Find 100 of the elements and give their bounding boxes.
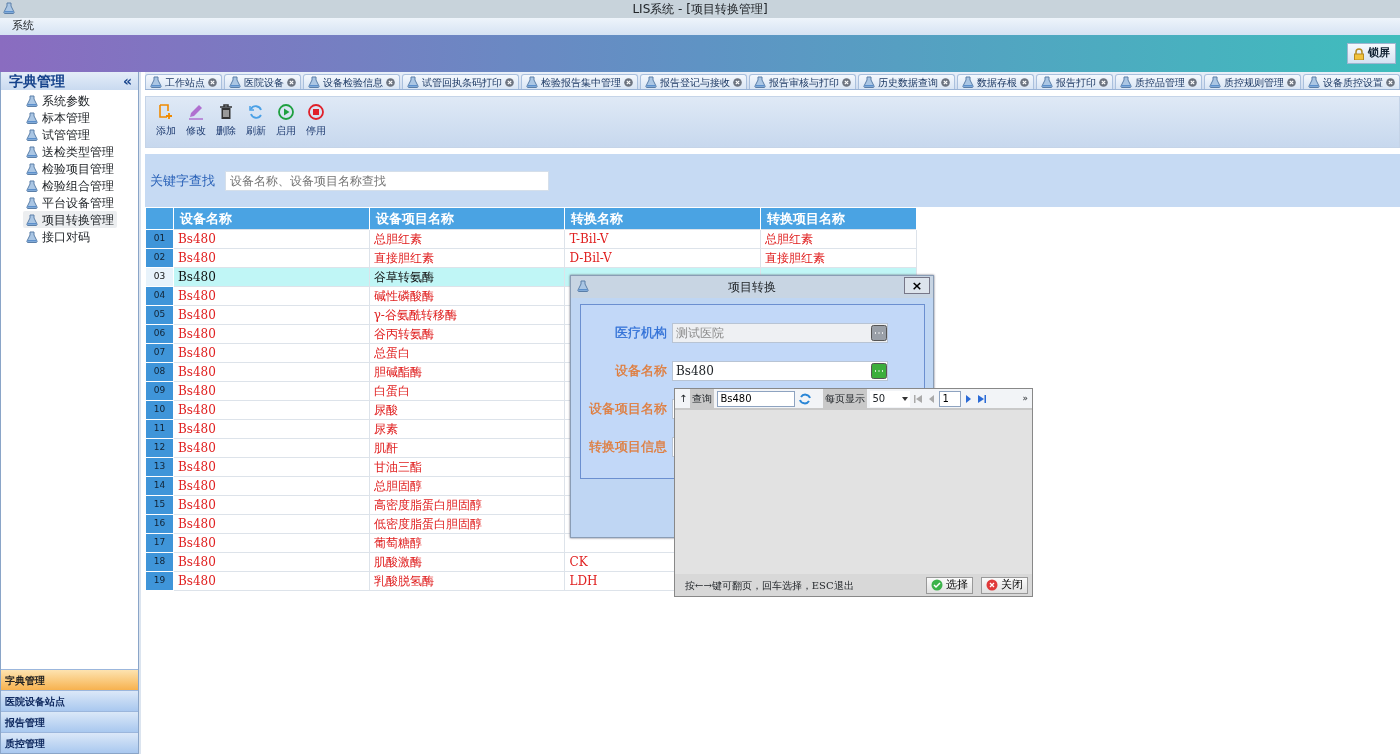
page-size-label: 每页显示 bbox=[823, 389, 868, 408]
close-icon[interactable] bbox=[208, 77, 217, 87]
tree-item[interactable]: 试管管理 bbox=[23, 126, 93, 143]
tree-item[interactable]: 送检类型管理 bbox=[23, 143, 117, 160]
search-field[interactable]: 设备名称、设备项目名称查找 bbox=[225, 170, 549, 191]
table-cell: 肌酐 bbox=[373, 440, 398, 455]
close-icon[interactable] bbox=[733, 77, 742, 87]
table-cell: 胆碱酯酶 bbox=[373, 364, 422, 379]
close-icon[interactable] bbox=[1099, 77, 1108, 87]
accordion-section[interactable]: 字典管理 bbox=[1, 669, 138, 690]
tab[interactable]: 报告登记与接收 bbox=[640, 74, 747, 89]
edit-button[interactable]: 修改 bbox=[184, 103, 208, 141]
table-cell: Bs480 bbox=[177, 269, 216, 284]
table-cell: Bs480 bbox=[177, 554, 216, 569]
table-cell: 直接胆红素 bbox=[765, 250, 826, 265]
tab[interactable]: 试管回执条码打印 bbox=[402, 74, 519, 89]
table-cell: Bs480 bbox=[177, 250, 216, 265]
table-cell: Bs480 bbox=[177, 573, 216, 588]
delete-button[interactable]: 删除 bbox=[214, 103, 238, 141]
table-cell: 总胆固醇 bbox=[373, 478, 422, 493]
table-cell: 总胆红素 bbox=[765, 231, 814, 246]
stop-button[interactable]: 停用 bbox=[304, 103, 328, 141]
close-button[interactable]: × bbox=[904, 277, 930, 294]
flask-icon bbox=[645, 76, 657, 88]
tab[interactable]: 报告打印 bbox=[1036, 74, 1113, 89]
check-icon bbox=[931, 579, 943, 591]
add-button[interactable]: 添加 bbox=[154, 103, 178, 141]
flask-icon bbox=[1308, 76, 1320, 88]
dialog-title: 项目转换 bbox=[728, 279, 776, 296]
close-icon[interactable] bbox=[287, 77, 296, 87]
last-page-icon[interactable] bbox=[977, 393, 988, 404]
tree-item[interactable]: 标本管理 bbox=[23, 109, 93, 126]
input-field[interactable]: Bs480 bbox=[672, 361, 888, 381]
refresh-icon[interactable] bbox=[798, 391, 813, 406]
ok-button[interactable]: 选择 bbox=[926, 576, 973, 594]
tab[interactable]: 医院设备 bbox=[224, 74, 301, 89]
tab[interactable]: 质控品管理 bbox=[1115, 74, 1202, 89]
tab[interactable]: 质控规则管理 bbox=[1204, 74, 1301, 89]
close-icon[interactable] bbox=[624, 77, 633, 87]
flask-icon bbox=[863, 76, 875, 88]
ellipsis-icon[interactable] bbox=[871, 363, 887, 379]
flask-icon bbox=[577, 280, 589, 292]
flask-icon bbox=[962, 76, 974, 88]
menu-item[interactable]: 系统 bbox=[12, 18, 34, 35]
stop-icon bbox=[307, 103, 325, 121]
lock-button[interactable]: 锁屏 bbox=[1347, 43, 1396, 64]
close-icon[interactable] bbox=[1287, 77, 1296, 87]
table-cell: Bs480 bbox=[177, 516, 216, 531]
refresh-icon bbox=[247, 103, 265, 121]
query-field[interactable]: Bs480 bbox=[717, 390, 796, 407]
tab[interactable]: 设备质控设置 bbox=[1303, 74, 1400, 89]
close-icon[interactable] bbox=[505, 77, 514, 87]
more-button[interactable]: » bbox=[1022, 391, 1028, 406]
close-icon[interactable] bbox=[1188, 77, 1197, 87]
start-button[interactable]: 启用 bbox=[274, 103, 298, 141]
table-cell: 低密度脂蛋白胆固醇 bbox=[373, 516, 482, 531]
tree-item[interactable]: 系统参数 bbox=[23, 92, 93, 109]
tree-item[interactable]: 检验项目管理 bbox=[23, 160, 117, 177]
table-cell: 乳酸脱氢酶 bbox=[373, 573, 434, 588]
flask-icon bbox=[26, 196, 38, 209]
close-icon[interactable] bbox=[1386, 77, 1395, 87]
collapse-button[interactable]: « bbox=[122, 70, 132, 92]
flask-icon bbox=[26, 111, 38, 124]
tab[interactable]: 工作站点 bbox=[145, 74, 222, 89]
tree-item[interactable]: 接口对码 bbox=[23, 228, 93, 245]
close-icon[interactable] bbox=[386, 77, 395, 87]
refresh-button[interactable]: 刷新 bbox=[244, 103, 268, 141]
add-icon bbox=[157, 103, 175, 121]
tree-item[interactable]: 项目转换管理 bbox=[23, 211, 117, 228]
accordion-section[interactable]: 医院设备站点 bbox=[1, 690, 138, 711]
table-cell: Bs480 bbox=[177, 497, 216, 512]
tree-item[interactable]: 检验组合管理 bbox=[23, 177, 117, 194]
table-cell: Bs480 bbox=[177, 288, 216, 303]
tab[interactable]: 检验报告集中管理 bbox=[521, 74, 638, 89]
table-cell: T-Bil-V bbox=[569, 231, 609, 246]
table-cell: Bs480 bbox=[177, 440, 216, 455]
tree-item[interactable]: 平台设备管理 bbox=[23, 194, 117, 211]
flask-icon bbox=[754, 76, 766, 88]
flask-icon bbox=[150, 76, 162, 88]
pencil-icon bbox=[187, 103, 205, 121]
table-cell: Bs480 bbox=[177, 535, 216, 550]
close-icon[interactable] bbox=[842, 77, 851, 87]
field-label: 设备名称 bbox=[614, 362, 667, 381]
close-icon[interactable] bbox=[1020, 77, 1029, 87]
close-icon[interactable] bbox=[941, 77, 950, 87]
table-cell: 谷丙转氨酶 bbox=[373, 326, 434, 341]
table-cell: 肌酸激酶 bbox=[373, 554, 422, 569]
close-button[interactable]: 关闭 bbox=[981, 576, 1028, 594]
page-field[interactable]: 1 bbox=[939, 390, 962, 407]
tab[interactable]: 数据存根 bbox=[957, 74, 1034, 89]
accordion-section[interactable]: 报告管理 bbox=[1, 711, 138, 732]
sort-button[interactable]: ↑ bbox=[679, 391, 688, 406]
page-size-select[interactable]: 50 bbox=[870, 390, 911, 407]
tab[interactable]: 设备检验信息 bbox=[303, 74, 400, 89]
flask-icon bbox=[3, 2, 15, 14]
flask-icon bbox=[26, 145, 38, 158]
tab[interactable]: 历史数据查询 bbox=[858, 74, 955, 89]
accordion-section[interactable]: 质控管理 bbox=[1, 732, 138, 753]
play-icon bbox=[277, 103, 295, 121]
tab[interactable]: 报告审核与打印 bbox=[749, 74, 856, 89]
